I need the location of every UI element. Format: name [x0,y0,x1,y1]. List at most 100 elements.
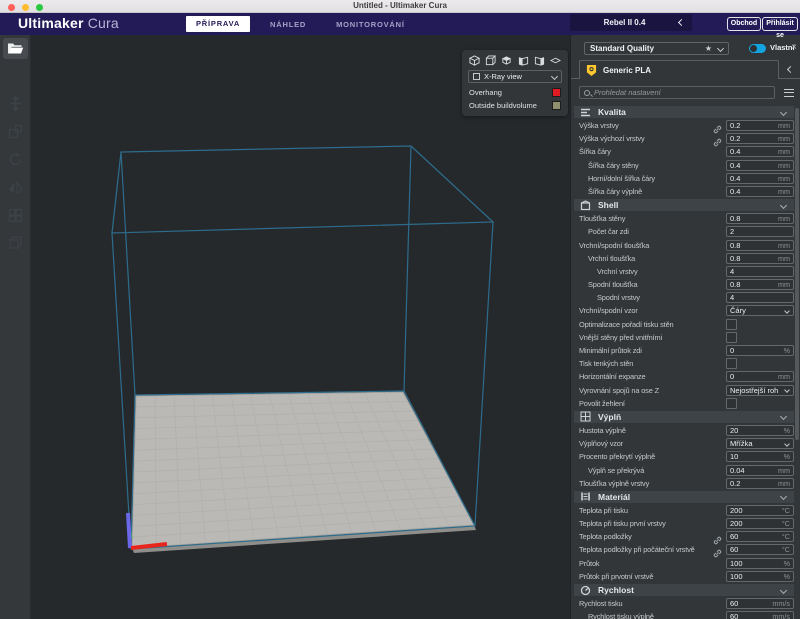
setting-value: 2 [730,227,790,236]
viewport-3d[interactable]: X-Ray view Overhang Outside buildvolume [31,35,570,619]
setting-value-field[interactable]: 0.4mm [726,160,794,171]
right-view-icon[interactable] [534,55,545,66]
view-mode-dropdown[interactable]: X-Ray view [468,70,562,83]
printer-selector[interactable]: Rebel II 0.4 [570,14,692,31]
setting-row: Teplota podložky při počáteční vrstvě 60°… [574,543,794,556]
setting-unit: mm [778,241,790,250]
setting-value-field[interactable]: 0.8mm [726,253,794,264]
logo-cura: Cura [88,15,119,31]
setting-row: Teplota při tisku200°C [574,504,794,517]
setting-value: 100 [730,572,784,581]
setting-checkbox[interactable] [726,332,737,343]
setting-label: Vrchní vrstvy [574,267,638,276]
setting-value-field[interactable]: 60°C [726,531,794,542]
window-titlebar: Untitled - Ultimaker Cura [0,0,800,13]
section-header[interactable]: Výplň [574,411,794,423]
setting-label: Vrchní/spodní vzor [574,306,638,315]
tab-preview[interactable]: NÁHLED [260,20,316,29]
setting-row: Optimalizace pořadí tisku stěn [574,318,794,331]
setting-value-field[interactable]: 0.8mm [726,213,794,224]
dropdown-value: Čáry [730,306,785,315]
setting-value: 60 [730,545,782,554]
settings-scrollbar[interactable] [795,108,799,440]
search-row [571,86,800,100]
close-panel-icon[interactable]: × [791,42,797,54]
setting-value-field[interactable]: 10% [726,451,794,462]
setting-value-field[interactable]: 0.8mm [726,240,794,251]
setting-label: Povolit žehlení [574,399,625,408]
setting-unit: mm [778,174,790,183]
setting-checkbox[interactable] [726,319,737,330]
setting-dropdown[interactable]: Čáry [726,305,794,316]
search-settings-input[interactable] [594,88,770,97]
speed-icon [580,585,592,596]
setting-value: 100 [730,559,784,568]
setting-value-field[interactable]: 60°C [726,544,794,555]
bottom-view-icon[interactable] [550,55,561,66]
setting-row: Procento překrytí výplně10% [574,450,794,463]
setting-value-field[interactable]: 200°C [726,518,794,529]
sign-in-button[interactable]: Přihlásit se [762,17,798,31]
settings-list: KvalitaVýška vrstvy0.2mmVýška výchozí vr… [574,105,794,619]
setting-value-field[interactable]: 2 [726,226,794,237]
setting-checkbox[interactable] [726,358,737,369]
left-toolbar [0,35,31,619]
setting-row: Výplňový vzorMřížka [574,437,794,450]
setting-value-field[interactable]: 20% [726,425,794,436]
setting-value-field[interactable]: 60mm/s [726,611,794,619]
setting-row: Šířka čáry stěny0.4mm [574,159,794,172]
setting-value-field[interactable]: 0.4mm [726,186,794,197]
setting-value-field[interactable]: 0.8mm [726,279,794,290]
section-header[interactable]: Rychlost [574,584,794,596]
setting-value-field[interactable]: 0.2mm [726,120,794,131]
setting-value-field[interactable]: 0% [726,345,794,356]
setting-value-field[interactable]: 0.4mm [726,146,794,157]
profile-name: Standard Quality [590,44,705,53]
profile-dropdown[interactable]: Standard Quality ★ [584,42,729,55]
setting-value-field[interactable]: 200°C [726,505,794,516]
setting-value-field[interactable]: 0.2mm [726,478,794,489]
tab-monitor[interactable]: MONITOROVÁNÍ [326,20,415,29]
setting-value-field[interactable]: 4 [726,266,794,277]
setting-value-field[interactable]: 100% [726,558,794,569]
tab-prepare[interactable]: PŘÍPRAVA [186,16,250,32]
setting-value-field[interactable]: 0.04mm [726,465,794,476]
extruder-tab[interactable]: Generic PLA [579,60,779,79]
front-view-icon[interactable] [485,55,496,66]
menu-icon[interactable] [784,89,794,97]
setting-checkbox[interactable] [726,398,737,409]
open-file-button[interactable] [3,38,28,59]
marketplace-button[interactable]: Obchod [727,17,761,31]
section-header[interactable]: Kvalita [574,106,794,118]
setting-value: 0.2 [730,479,778,488]
setting-row: Horizontální expanze0mm [574,370,794,383]
custom-mode-toggle[interactable] [749,44,766,53]
setting-dropdown[interactable]: Mřížka [726,438,794,449]
legend-overhang: Overhang [462,86,568,99]
open-folder-icon [7,42,24,55]
setting-unit: % [784,426,790,435]
print-settings-panel: Standard Quality ★ Vlastní × Generic PLA… [570,35,800,619]
chevron-left-icon[interactable] [787,66,794,73]
setting-row: Rychlost tisku výplně60mm/s [574,610,794,619]
setting-row: Průtok při prvotní vrstvě100% [574,570,794,583]
setting-value-field[interactable]: 4 [726,292,794,303]
left-view-icon[interactable] [518,55,529,66]
setting-unit: mm [778,121,790,130]
section-title: Kvalita [598,107,781,117]
setting-value-field[interactable]: 0.2mm [726,133,794,144]
setting-dropdown[interactable]: Nejostřejší roh [726,385,794,396]
iso-view-icon[interactable] [469,55,480,66]
section-header[interactable]: Materiál [574,491,794,503]
setting-value-field[interactable]: 100% [726,571,794,582]
setting-row: Vnější stěny před vnitřními [574,331,794,344]
setting-value-field[interactable]: 60mm/s [726,598,794,609]
top-view-icon[interactable] [501,55,512,66]
app-logo: Ultimaker Cura [18,15,119,31]
setting-value-field[interactable]: 0.4mm [726,173,794,184]
setting-label: Teplota podložky při počáteční vrstvě [574,545,695,554]
setting-value-field[interactable]: 0mm [726,371,794,382]
section-header[interactable]: Shell [574,199,794,211]
setting-row: Rychlost tisku60mm/s [574,597,794,610]
section-title: Rychlost [598,585,781,595]
